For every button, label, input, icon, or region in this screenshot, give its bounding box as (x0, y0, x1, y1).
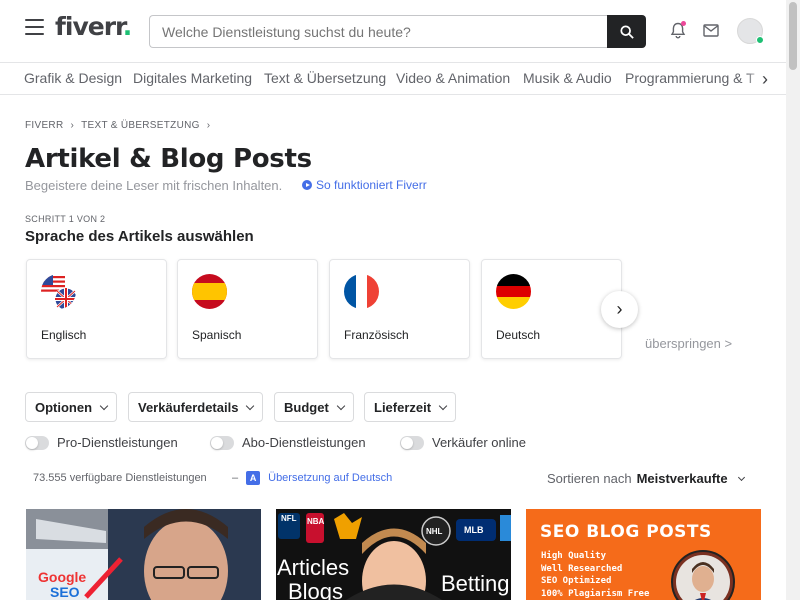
spain-flag-icon (192, 274, 227, 309)
france-flag-icon (344, 274, 379, 309)
category-programming[interactable]: Programmierung & T (625, 70, 755, 86)
how-fiverr-works-label: So funktioniert Fiverr (316, 178, 427, 192)
menu-icon[interactable] (25, 19, 44, 35)
gig-2-nba-badge: NBA (307, 517, 325, 526)
search-input[interactable] (149, 15, 607, 48)
language-name: Deutsch (496, 328, 541, 342)
toggle-switch[interactable] (400, 435, 424, 450)
top-header: fiverr. (0, 0, 786, 62)
gig-2-blogs-text: Blogs (288, 579, 344, 600)
gig-1-google-text: Google (38, 569, 87, 585)
category-writing-translation[interactable]: Text & Übersetzung (264, 70, 386, 86)
gig-3-features: High Quality Well Researched SEO Optimiz… (541, 550, 649, 600)
toggle-label: Pro-Dienstleistungen (57, 435, 178, 450)
user-avatar[interactable] (737, 18, 764, 44)
page-subtitle: Begeistere deine Leser mit frischen Inha… (25, 178, 283, 193)
us-uk-flag-icon (41, 274, 76, 309)
online-status-dot (756, 36, 764, 44)
fiverr-logo[interactable]: fiverr. (55, 12, 132, 41)
breadcrumb-home[interactable]: FIVERR (25, 120, 63, 131)
language-card-spanish[interactable]: Spanisch (177, 259, 318, 359)
gig-card-3-thumbnail[interactable]: SEO BLOG POSTS High Quality Well Researc… (526, 509, 761, 600)
how-fiverr-works-link[interactable]: So funktioniert Fiverr (302, 178, 427, 192)
translation-toggle[interactable]: – A Übersetzung auf Deutsch (232, 471, 392, 485)
skip-link[interactable]: überspringen > (645, 336, 732, 351)
messages-icon[interactable] (702, 21, 720, 39)
gig-card-2-thumbnail[interactable]: NFL NBA NHL MLB Articles Blogs Betting (276, 509, 511, 600)
gig-2-nhl-badge: NHL (426, 527, 443, 536)
breadcrumb: FIVERR › TEXT & ÜBERSETZUNG › (25, 120, 210, 131)
fiverr-page: fiverr. Grafik & Design Digitales Market… (0, 0, 800, 600)
category-digital-marketing[interactable]: Digitales Marketing (133, 70, 252, 86)
filter-options[interactable]: Optionen (25, 392, 118, 422)
chevron-down-icon (336, 401, 346, 410)
gig-3-seller-photo (671, 550, 735, 600)
language-name: Spanisch (192, 328, 242, 342)
notification-dot (681, 21, 686, 26)
page-title: Artikel & Blog Posts (25, 144, 312, 174)
results-count: 73.555 verfügbare Dienstleistungen (33, 472, 207, 484)
gig-2-nfl-badge: NFL (281, 514, 297, 523)
germany-flag-icon (496, 274, 531, 309)
category-video-animation[interactable]: Video & Animation (396, 70, 510, 86)
toggle-label: Verkäufer online (432, 435, 526, 450)
gig-card-1-thumbnail[interactable]: Google SEO (26, 509, 261, 600)
play-icon (302, 180, 312, 190)
category-music-audio[interactable]: Musik & Audio (523, 70, 612, 86)
scrollbar-thumb[interactable] (789, 2, 797, 70)
toggle-pro-services[interactable]: Pro-Dienstleistungen (25, 435, 178, 450)
filter-budget[interactable]: Budget (274, 392, 354, 422)
step-indicator: SCHRITT 1 VON 2 (25, 214, 106, 224)
languages-next-button[interactable]: › (601, 291, 638, 328)
filter-label: Optionen (35, 399, 93, 415)
toggle-subscription-services[interactable]: Abo-Dienstleistungen (210, 435, 366, 450)
sort-label: Sortieren nach (547, 471, 632, 486)
translate-link[interactable]: Übersetzung auf Deutsch (268, 472, 392, 484)
gig-3-feature: High Quality (541, 551, 607, 561)
language-card-french[interactable]: Französisch (329, 259, 470, 359)
chevron-down-icon (737, 473, 745, 481)
filter-label: Budget (284, 399, 329, 415)
chevron-down-icon (246, 401, 255, 410)
chevron-down-icon (438, 401, 448, 410)
toggle-switch[interactable] (210, 435, 234, 450)
sort-dropdown[interactable]: Sortieren nach Meistverkaufte (547, 471, 745, 486)
filter-label: Verkäuferdetails (138, 399, 239, 415)
gig-1-seo-text: SEO (50, 584, 80, 600)
search-icon (619, 24, 634, 39)
gig-3-title: SEO BLOG POSTS (540, 522, 712, 542)
gig-3-feature: Well Researched (541, 563, 623, 574)
breadcrumb-separator-icon: › (206, 120, 211, 131)
toggle-seller-online[interactable]: Verkäufer online (400, 435, 526, 450)
gig-3-feature: 100% Plagiarism Free (541, 588, 650, 599)
toggle-switch[interactable] (25, 435, 49, 450)
language-name: Englisch (41, 328, 87, 342)
separator: – (232, 472, 239, 484)
chevron-right-icon: › (616, 299, 623, 319)
category-menu: Grafik & Design Digitales Marketing Text… (0, 62, 786, 95)
translate-icon: A (246, 471, 261, 485)
breadcrumb-separator-icon: › (70, 120, 75, 131)
gig-2-articles-text: Articles (277, 555, 350, 580)
page-scrollbar[interactable] (786, 0, 800, 600)
language-card-english[interactable]: Englisch (26, 259, 167, 359)
sort-value: Meistverkaufte (636, 471, 728, 486)
filter-delivery-time[interactable]: Lieferzeit (364, 392, 457, 422)
category-scroll-right-icon[interactable]: › (746, 63, 786, 94)
chevron-down-icon (99, 401, 109, 410)
gig-2-betting-text: Betting (441, 571, 510, 596)
search-button[interactable] (607, 15, 646, 48)
step-title: Sprache des Artikels auswählen (25, 228, 254, 245)
toggle-label: Abo-Dienstleistungen (242, 435, 366, 450)
category-graphics-design[interactable]: Grafik & Design (24, 70, 122, 86)
filter-seller-details[interactable]: Verkäuferdetails (128, 392, 264, 422)
gig-3-feature: SEO Optimized (541, 576, 612, 587)
breadcrumb-section[interactable]: TEXT & ÜBERSETZUNG (81, 120, 200, 131)
language-name: Französisch (344, 328, 409, 342)
gig-2-mlb-badge: MLB (464, 525, 484, 535)
filter-label: Lieferzeit (374, 399, 432, 415)
